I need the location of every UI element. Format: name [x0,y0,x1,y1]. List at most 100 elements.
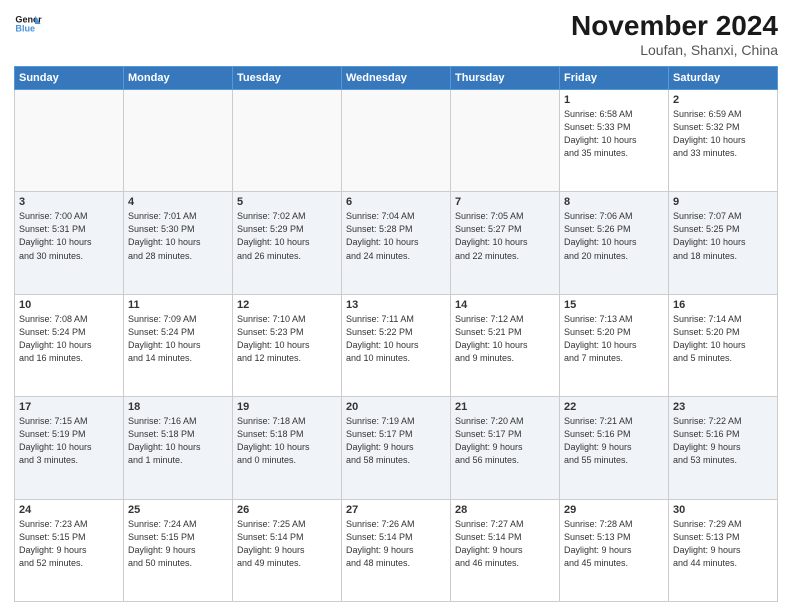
header-sunday: Sunday [15,67,124,90]
day-info-5: Sunrise: 7:02 AM Sunset: 5:29 PM Dayligh… [237,210,337,262]
day-info-12: Sunrise: 7:10 AM Sunset: 5:23 PM Dayligh… [237,313,337,365]
day-info-11: Sunrise: 7:09 AM Sunset: 5:24 PM Dayligh… [128,313,228,365]
week-row-5: 24Sunrise: 7:23 AM Sunset: 5:15 PM Dayli… [15,499,778,601]
day-number-30: 30 [673,504,773,516]
day-number-10: 10 [19,299,119,311]
day-info-9: Sunrise: 7:07 AM Sunset: 5:25 PM Dayligh… [673,210,773,262]
calendar-table: Sunday Monday Tuesday Wednesday Thursday… [14,66,778,602]
day-number-24: 24 [19,504,119,516]
day-info-27: Sunrise: 7:26 AM Sunset: 5:14 PM Dayligh… [346,518,446,570]
day-number-29: 29 [564,504,664,516]
calendar-cell-w5-d3: 26 Sunrise: 7:25 AM Sunset: 5:14 PM Dayli… [233,499,342,601]
calendar-cell-w5-d6: 29 Sunrise: 7:28 AM Sunset: 5:13 PM Dayli… [560,499,669,601]
calendar-cell-w4-d5: 21Sunrise: 7:20 AM Sunset: 5:17 PM Dayli… [451,397,560,499]
day-info-3: Sunrise: 7:00 AM Sunset: 5:31 PM Dayligh… [19,210,119,262]
day-number-4: 4 [128,196,228,208]
day-info-7: Sunrise: 7:05 AM Sunset: 5:27 PM Dayligh… [455,210,555,262]
calendar-cell-w5-d5: 28 Sunrise: 7:27 AM Sunset: 5:14 PM Dayli… [451,499,560,601]
svg-text:Blue: Blue [15,24,35,34]
calendar-cell-w3-d3: 12Sunrise: 7:10 AM Sunset: 5:23 PM Dayli… [233,294,342,396]
day-info-23: Sunrise: 7:22 AM Sunset: 5:16 PM Dayligh… [673,415,773,467]
calendar-cell-w2-d3: 5 Sunrise: 7:02 AM Sunset: 5:29 PM Daylig… [233,192,342,294]
day-info-1: Sunrise: 6:58 AM Sunset: 5:33 PM Dayligh… [564,108,664,160]
calendar-cell-w5-d1: 24Sunrise: 7:23 AM Sunset: 5:15 PM Dayli… [15,499,124,601]
header-monday: Monday [124,67,233,90]
day-info-26: Sunrise: 7:25 AM Sunset: 5:14 PM Dayligh… [237,518,337,570]
day-info-2: Sunrise: 6:59 AM Sunset: 5:32 PM Dayligh… [673,108,773,160]
day-number-25: 25 [128,504,228,516]
day-number-28: 28 [455,504,555,516]
calendar-cell-w1-d5 [451,90,560,192]
calendar-cell-w3-d7: 16Sunrise: 7:14 AM Sunset: 5:20 PM Dayli… [669,294,778,396]
day-number-19: 19 [237,401,337,413]
calendar-cell-w4-d3: 19 Sunrise: 7:18 AM Sunset: 5:18 PM Dayli… [233,397,342,499]
header-tuesday: Tuesday [233,67,342,90]
day-number-5: 5 [237,196,337,208]
day-number-18: 18 [128,401,228,413]
day-info-20: Sunrise: 7:19 AM Sunset: 5:17 PM Dayligh… [346,415,446,467]
header-wednesday: Wednesday [342,67,451,90]
day-info-29: Sunrise: 7:28 AM Sunset: 5:13 PM Dayligh… [564,518,664,570]
calendar-cell-w2-d4: 6Sunrise: 7:04 AM Sunset: 5:28 PM Daylig… [342,192,451,294]
calendar-cell-w1-d1 [15,90,124,192]
calendar-cell-w3-d5: 14 Sunrise: 7:12 AM Sunset: 5:21 PM Dayli… [451,294,560,396]
calendar-cell-w1-d7: 2Sunrise: 6:59 AM Sunset: 5:32 PM Daylig… [669,90,778,192]
day-number-26: 26 [237,504,337,516]
day-info-22: Sunrise: 7:21 AM Sunset: 5:16 PM Dayligh… [564,415,664,467]
calendar-cell-w4-d6: 22 Sunrise: 7:21 AM Sunset: 5:16 PM Dayli… [560,397,669,499]
calendar-cell-w2-d5: 7 Sunrise: 7:05 AM Sunset: 5:27 PM Daylig… [451,192,560,294]
header-friday: Friday [560,67,669,90]
day-info-17: Sunrise: 7:15 AM Sunset: 5:19 PM Dayligh… [19,415,119,467]
day-number-11: 11 [128,299,228,311]
title-block: November 2024 Loufan, Shanxi, China [571,10,778,58]
calendar-header-row: Sunday Monday Tuesday Wednesday Thursday… [15,67,778,90]
day-number-8: 8 [564,196,664,208]
day-info-8: Sunrise: 7:06 AM Sunset: 5:26 PM Dayligh… [564,210,664,262]
day-info-4: Sunrise: 7:01 AM Sunset: 5:30 PM Dayligh… [128,210,228,262]
calendar-cell-w2-d1: 3Sunrise: 7:00 AM Sunset: 5:31 PM Daylig… [15,192,124,294]
calendar-cell-w1-d3 [233,90,342,192]
calendar-cell-w4-d7: 23 Sunrise: 7:22 AM Sunset: 5:16 PM Dayli… [669,397,778,499]
day-number-23: 23 [673,401,773,413]
month-title: November 2024 [571,10,778,42]
day-info-13: Sunrise: 7:11 AM Sunset: 5:22 PM Dayligh… [346,313,446,365]
week-row-4: 17 Sunrise: 7:15 AM Sunset: 5:19 PM Dayli… [15,397,778,499]
calendar-cell-w4-d1: 17 Sunrise: 7:15 AM Sunset: 5:19 PM Dayli… [15,397,124,499]
day-info-14: Sunrise: 7:12 AM Sunset: 5:21 PM Dayligh… [455,313,555,365]
calendar-cell-w2-d2: 4 Sunrise: 7:01 AM Sunset: 5:30 PM Daylig… [124,192,233,294]
calendar-cell-w5-d4: 27 Sunrise: 7:26 AM Sunset: 5:14 PM Dayli… [342,499,451,601]
calendar-cell-w5-d2: 25 Sunrise: 7:24 AM Sunset: 5:15 PM Dayli… [124,499,233,601]
calendar-cell-w4-d2: 18 Sunrise: 7:16 AM Sunset: 5:18 PM Dayli… [124,397,233,499]
header-saturday: Saturday [669,67,778,90]
day-info-30: Sunrise: 7:29 AM Sunset: 5:13 PM Dayligh… [673,518,773,570]
day-number-13: 13 [346,299,446,311]
day-number-17: 17 [19,401,119,413]
day-info-21: Sunrise: 7:20 AM Sunset: 5:17 PM Dayligh… [455,415,555,467]
calendar-cell-w1-d2 [124,90,233,192]
day-info-6: Sunrise: 7:04 AM Sunset: 5:28 PM Dayligh… [346,210,446,262]
calendar-cell-w3-d2: 11 Sunrise: 7:09 AM Sunset: 5:24 PM Dayli… [124,294,233,396]
calendar-cell-w5-d7: 30 Sunrise: 7:29 AM Sunset: 5:13 PM Dayli… [669,499,778,601]
header-thursday: Thursday [451,67,560,90]
day-info-10: Sunrise: 7:08 AM Sunset: 5:24 PM Dayligh… [19,313,119,365]
page: General Blue November 2024 Loufan, Shanx… [0,0,792,612]
day-number-14: 14 [455,299,555,311]
day-number-9: 9 [673,196,773,208]
calendar-cell-w3-d1: 10 Sunrise: 7:08 AM Sunset: 5:24 PM Dayli… [15,294,124,396]
day-info-18: Sunrise: 7:16 AM Sunset: 5:18 PM Dayligh… [128,415,228,467]
day-number-20: 20 [346,401,446,413]
header: General Blue November 2024 Loufan, Shanx… [14,10,778,58]
day-number-22: 22 [564,401,664,413]
day-info-16: Sunrise: 7:14 AM Sunset: 5:20 PM Dayligh… [673,313,773,365]
day-number-27: 27 [346,504,446,516]
day-info-25: Sunrise: 7:24 AM Sunset: 5:15 PM Dayligh… [128,518,228,570]
calendar-cell-w3-d4: 13 Sunrise: 7:11 AM Sunset: 5:22 PM Dayli… [342,294,451,396]
day-number-7: 7 [455,196,555,208]
logo-icon: General Blue [14,10,42,38]
calendar-cell-w4-d4: 20 Sunrise: 7:19 AM Sunset: 5:17 PM Dayli… [342,397,451,499]
day-info-19: Sunrise: 7:18 AM Sunset: 5:18 PM Dayligh… [237,415,337,467]
day-info-28: Sunrise: 7:27 AM Sunset: 5:14 PM Dayligh… [455,518,555,570]
week-row-2: 3Sunrise: 7:00 AM Sunset: 5:31 PM Daylig… [15,192,778,294]
location: Loufan, Shanxi, China [571,42,778,58]
calendar-cell-w2-d7: 9 Sunrise: 7:07 AM Sunset: 5:25 PM Daylig… [669,192,778,294]
